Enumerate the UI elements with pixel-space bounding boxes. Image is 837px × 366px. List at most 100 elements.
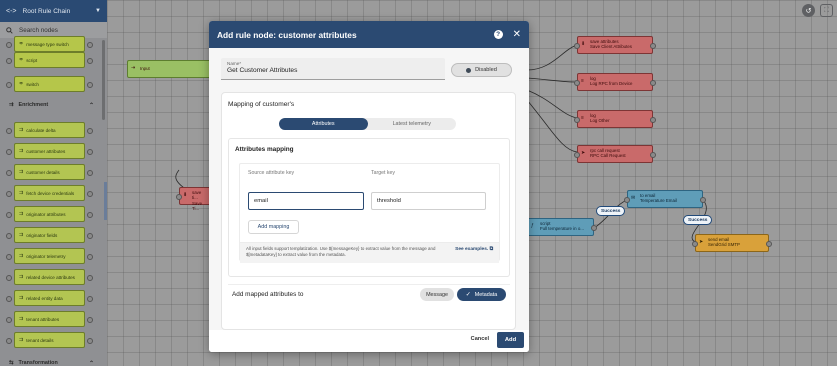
enrichment-icon: ⇉ [19,190,24,196]
input-port [6,254,12,260]
output-port [766,241,772,247]
sidebar-node-label: switch [26,81,39,87]
section-transformation[interactable]: ⇆ Transformation ⌃ [0,356,100,366]
chevron-down-icon[interactable]: ▼ [95,8,101,14]
sidebar-node-switch[interactable]: ≑ switch [6,76,93,92]
close-icon[interactable]: ✕ [513,29,521,40]
sidebar-node-enrichment[interactable]: ⇉ calculate delta [6,122,93,138]
enrichment-icon: ⇉ [19,232,24,238]
see-examples-link[interactable]: See examples. ⧉ [455,247,493,254]
canvas-node-partial[interactable]: ⬇ save ti... Save Ti... [176,187,211,211]
output-port [700,197,706,203]
email-icon: ✉ [631,195,636,201]
sidebar-node-enrichment[interactable]: ⇉ originator attributes [6,206,93,222]
add-mapped-label: Add mapped attributes to [232,291,304,298]
output-port [650,152,656,158]
enrichment-icon: ⇉ [19,295,24,301]
section-label: Enrichment [18,102,49,108]
output-port [87,170,93,176]
name-value[interactable]: Get Customer Attributes [227,67,439,74]
input-port [6,82,12,88]
rule-chain-title: Root Rule Chain [22,7,71,15]
sidebar-node-enrichment[interactable]: ⇉ tenant attributes [6,311,93,327]
sidebar-node-enrichment[interactable]: ⇉ customer details [6,164,93,180]
filter-icon: ≑ [19,57,24,63]
canvas-node-log-rpc[interactable]: ≡ log Log RPC from Device [574,73,656,91]
sidebar-node-enrichment[interactable]: ⇉ related device attributes [6,269,93,285]
output-port [87,296,93,302]
enrichment-icon: ⇉ [19,253,24,259]
canvas-node-input[interactable]: ⇥ Input [127,60,213,78]
input-port [6,128,12,134]
sidebar-node-label: fetch device credentials [26,190,75,196]
toggle-dot-icon [466,67,472,73]
dialog-body: Name* Get Customer Attributes Disabled M… [209,48,529,352]
canvas-node-save-attributes[interactable]: ⬇ save attributes Save Client Attributes [574,36,656,54]
enrichment-icon: ⇉ [19,127,24,133]
add-button[interactable]: Add [497,332,524,348]
sidebar-node-enrichment[interactable]: ⇉ customer attributes [6,143,93,159]
enrichment-icon: ⇉ [19,337,24,343]
input-port [6,233,12,239]
add-mapping-button[interactable]: Add mapping [248,220,299,234]
sidebar-node-script[interactable]: ≑ script [6,52,93,68]
target-key-input[interactable]: threshold [371,192,486,210]
sidebar-node-enrichment[interactable]: ⇉ originator fields [6,227,93,243]
sidebar-node-enrichment[interactable]: ⇉ originator telemetry [6,248,93,264]
input-port [574,80,580,86]
canvas-node-log-other[interactable]: ≡ log Log Other [574,110,656,128]
canvas-node-rpc-call[interactable]: ➤ rpc call request RPC Call Request [574,145,656,163]
external-link-icon: ⧉ [489,247,493,252]
success-link-label[interactable]: Success [596,206,626,216]
canvas-node-send-email[interactable]: ➤ send email SendGrid SMTP [692,234,772,252]
add-rule-node-dialog: Add rule node: customer attributes ? ✕ N… [209,21,529,352]
sidebar-node-label: calculate delta [26,127,56,133]
output-port [87,42,93,48]
output-port [87,275,93,281]
expand-arrows-icon[interactable]: <-> [6,8,17,15]
toggle-latest-telemetry[interactable]: Latest telemetry [368,118,457,130]
enrichment-icon: ⇉ [19,316,24,322]
section-enrichment[interactable]: ⇉ Enrichment ⌃ [0,98,100,112]
send-icon: ➤ [699,239,704,245]
mapping-title: Mapping of customer's [228,101,295,108]
node-label: Temperature Email [640,198,677,204]
canvas-node-script[interactable]: ƒ script Full temperature in o... [527,218,597,236]
metadata-label: Metadata [474,291,498,298]
mapping-source-toggle: Attributes Latest telemetry [279,118,456,130]
sidebar-node-message-type-switch[interactable]: ≑ message type switch [6,36,93,52]
success-link-label[interactable]: Success [683,215,713,225]
output-port [87,338,93,344]
enrichment-icon: ⇉ [9,102,14,108]
templatization-hint: All input fields support templatization.… [240,242,499,263]
search-nodes-placeholder: Search nodes [19,26,58,34]
node-label: RPC Call Request [590,153,626,159]
node-name-field[interactable]: Name* Get Customer Attributes [221,58,445,80]
metadata-option-button[interactable]: ✓ Metadata [457,288,506,301]
sidebar-node-label: related device attributes [26,274,75,280]
history-icon[interactable]: ↺ [802,4,815,17]
canvas-node-to-email[interactable]: ✉ to email Temperature Email [624,190,706,208]
disabled-toggle[interactable]: Disabled [451,63,512,77]
help-icon[interactable]: ? [493,30,503,39]
sidebar-node-label: customer attributes [26,148,66,154]
transformation-icon: ⇆ [9,360,14,366]
fullscreen-icon[interactable]: ⛶ [820,4,833,17]
source-key-input[interactable]: email [248,192,364,210]
sidebar-scrollbar[interactable] [102,40,105,120]
cancel-button[interactable]: Cancel [471,336,489,342]
input-port [574,117,580,123]
node-label: Log Other [590,118,610,124]
message-option-button[interactable]: Message [420,288,454,301]
sidebar-node-enrichment[interactable]: ⇉ fetch device credentials [6,185,93,201]
output-port [87,128,93,134]
disabled-label: Disabled [475,67,497,73]
input-icon: ⇥ [131,65,136,71]
node-type: save ti... [192,190,202,201]
toggle-attributes[interactable]: Attributes [279,118,368,130]
output-port [87,58,93,64]
enrichment-icon: ⇉ [19,274,24,280]
sidebar-node-enrichment[interactable]: ⇉ related entity data [6,290,93,306]
input-port [6,58,12,64]
sidebar-node-enrichment[interactable]: ⇉ tenant details [6,332,93,348]
